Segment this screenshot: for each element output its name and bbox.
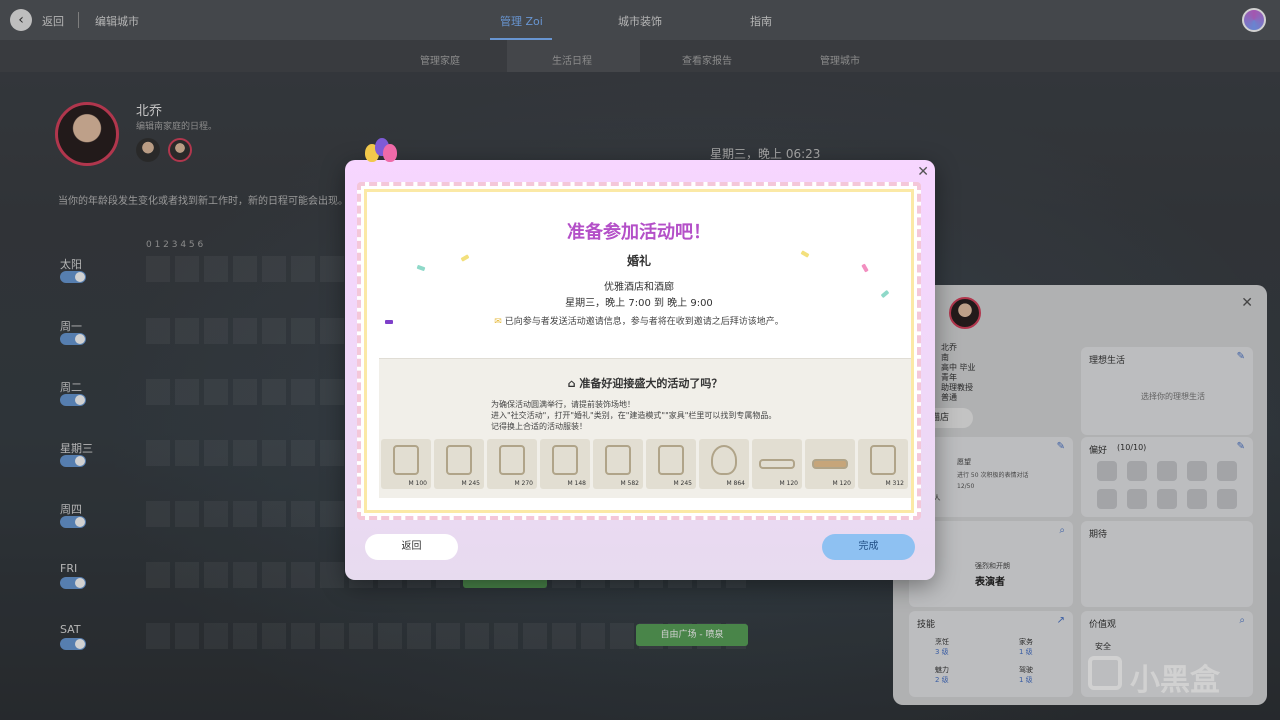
item-image <box>812 459 848 469</box>
dialog-title: 准备参加活动吧！ <box>567 222 711 243</box>
invite-text: 已向参与者发送活动邀请信息，参与者将在收到邀请之后拜访该地产。 <box>504 317 784 327</box>
item-price: M 120 <box>832 480 851 487</box>
item-price: M 120 <box>779 480 798 487</box>
item-price: M 864 <box>726 480 745 487</box>
runner-item[interactable]: M 120 <box>805 439 855 489</box>
event-prep-dialog: ✕ 准备参加活动吧！ 婚礼 优雅酒店和酒廊 星期三，晚上 7:00 到 晚上 9… <box>345 138 935 580</box>
item-image <box>446 445 472 475</box>
item-image <box>870 445 896 475</box>
item-image <box>605 445 631 475</box>
tip-line: 为确保活动圆满举行，请提前装饰场地！ <box>491 400 635 409</box>
tip-line: 进入"社交活动"，打开"婚礼"类别，在"建造模式""家具"栏里可以找到专属物品。 <box>491 411 777 420</box>
close-icon[interactable]: ✕ <box>917 164 929 180</box>
wedding-cake-item[interactable]: M 100 <box>381 439 431 489</box>
item-list: M 100 M 245 M 270 M 148 M 582 M 245 M 86… <box>381 439 908 489</box>
event-location: 优雅酒店和酒廊 <box>604 282 674 293</box>
item-image <box>499 445 525 475</box>
item-image <box>711 445 737 475</box>
item-price: M 148 <box>567 480 586 487</box>
heart-wreath-item[interactable]: M 864 <box>699 439 749 489</box>
balloon-icon <box>361 138 399 172</box>
section-title-text: 准备好迎接盛大的活动了吗？ <box>579 377 723 390</box>
tips: 为确保活动圆满举行，请提前装饰场地！ 进入"社交活动"，打开"婚礼"类别，在"建… <box>491 399 776 432</box>
event-card: 准备参加活动吧！ 婚礼 优雅酒店和酒廊 星期三，晚上 7:00 到 晚上 9:0… <box>357 182 921 520</box>
rose-arch-item[interactable]: M 270 <box>487 439 537 489</box>
section-title: ⌂ 准备好迎接盛大的活动了吗？ <box>379 375 911 391</box>
mail-icon: ✉ <box>494 317 505 327</box>
canopy-item[interactable]: M 582 <box>593 439 643 489</box>
decoration-section: ⌂ 准备好迎接盛大的活动了吗？ 为确保活动圆满举行，请提前装饰场地！ 进入"社交… <box>379 358 911 498</box>
item-price: M 270 <box>514 480 533 487</box>
event-name: 婚礼 <box>626 254 651 268</box>
floral-arch-item[interactable]: M 245 <box>434 439 484 489</box>
item-price: M 312 <box>885 480 904 487</box>
back-button[interactable]: 返回 <box>365 534 458 560</box>
done-button[interactable]: 完成 <box>822 534 915 560</box>
invite-notice: ✉ 已向参与者发送活动邀请信息，参与者将在收到邀请之后拜访该地产。 <box>361 314 917 327</box>
tip-line: 记得换上合适的活动服装！ <box>491 422 587 431</box>
backdrop-item[interactable]: M 312 <box>858 439 908 489</box>
runner-item[interactable]: M 120 <box>752 439 802 489</box>
item-price: M 245 <box>461 480 480 487</box>
house-icon: ⌂ <box>567 377 580 390</box>
side-table-item[interactable]: M 148 <box>540 439 590 489</box>
item-image <box>658 445 684 475</box>
item-price: M 245 <box>673 480 692 487</box>
item-price: M 100 <box>408 480 427 487</box>
item-image <box>393 445 419 475</box>
item-image <box>552 445 578 475</box>
event-time: 星期三，晚上 7:00 到 晚上 9:00 <box>565 298 713 309</box>
item-price: M 582 <box>620 480 639 487</box>
item-image <box>759 459 795 469</box>
small-canopy-item[interactable]: M 245 <box>646 439 696 489</box>
